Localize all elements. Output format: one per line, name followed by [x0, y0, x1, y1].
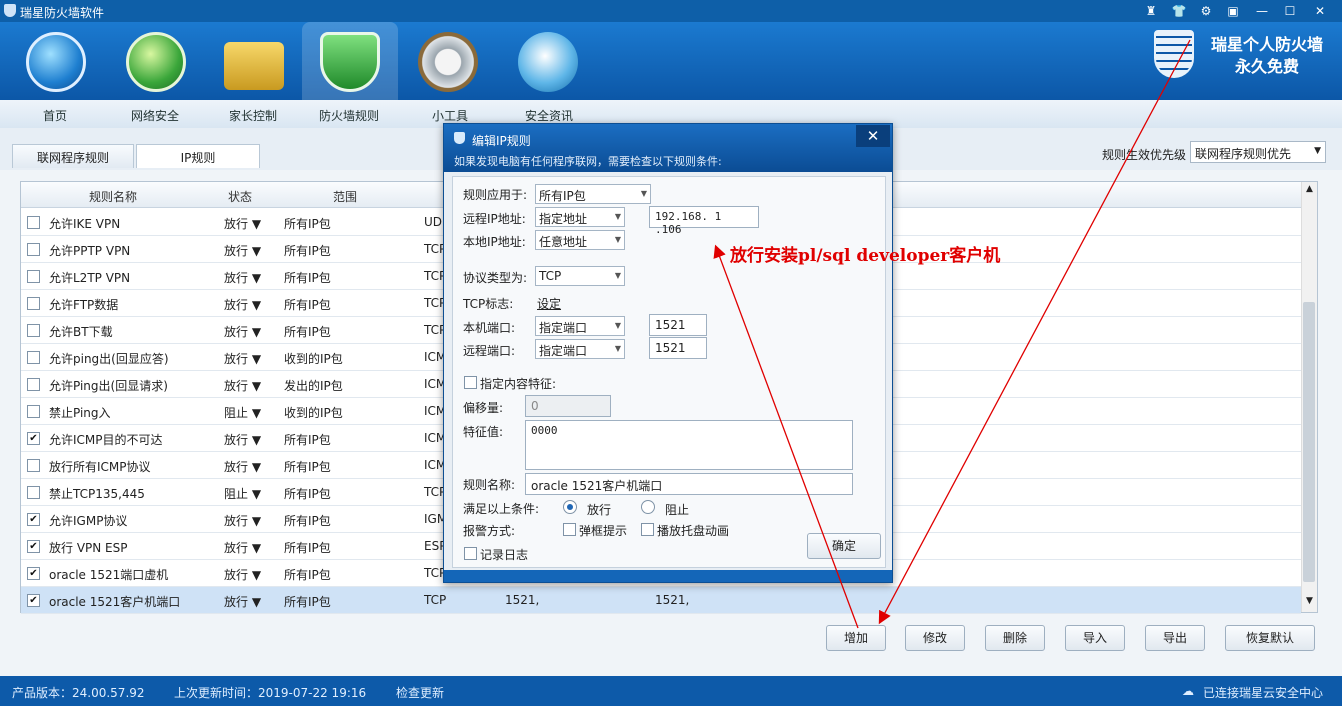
- arrow-to-add-from-gear: [878, 39, 1191, 625]
- arrow-to-annotation: [713, 244, 859, 629]
- annotation-arrows: [713, 39, 1191, 629]
